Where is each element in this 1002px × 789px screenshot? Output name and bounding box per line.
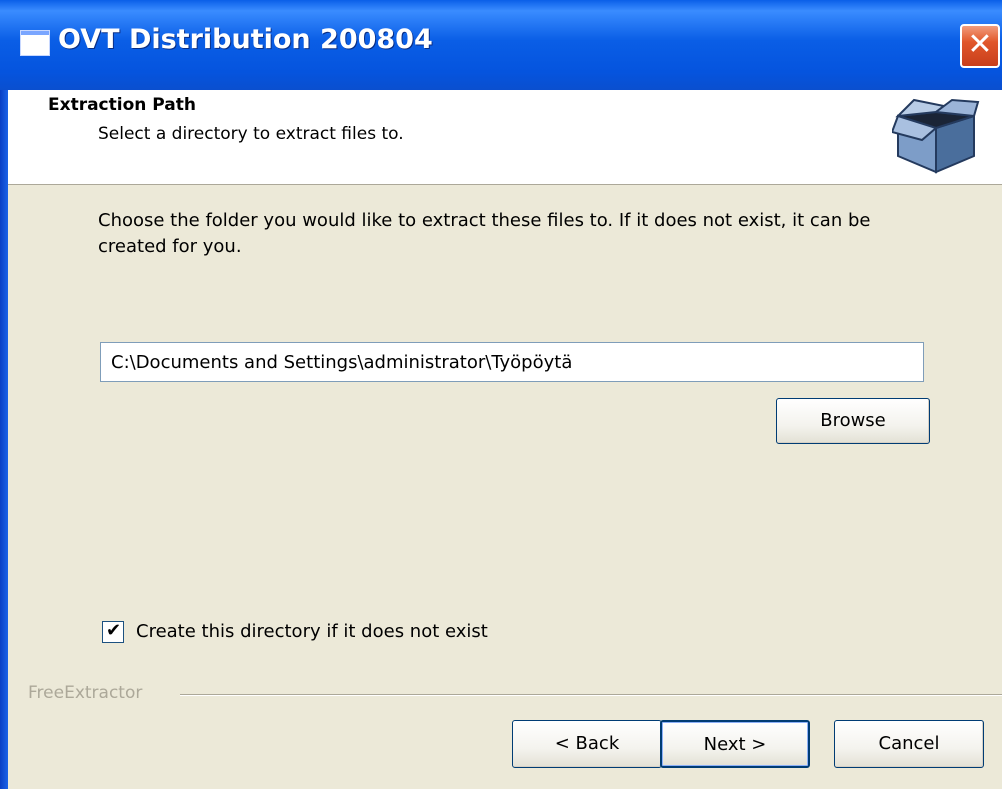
back-button[interactable]: < Back bbox=[512, 720, 662, 768]
check-mark-icon: ✔ bbox=[106, 620, 122, 641]
installer-window: OVT Distribution 200804 ✕ Extraction Pat… bbox=[0, 0, 1002, 789]
title-bar[interactable]: OVT Distribution 200804 ✕ bbox=[0, 0, 1002, 90]
window-frame bbox=[0, 90, 8, 789]
instructions-text: Choose the folder you would like to extr… bbox=[98, 210, 871, 257]
create-directory-checkbox[interactable]: ✔ bbox=[102, 620, 124, 643]
window-title: OVT Distribution 200804 bbox=[58, 24, 433, 55]
create-directory-label[interactable]: Create this directory if it does not exi… bbox=[136, 621, 488, 642]
next-button[interactable]: Next > bbox=[660, 720, 810, 768]
browse-button[interactable]: Browse bbox=[776, 398, 930, 444]
page-title: Extraction Path bbox=[48, 95, 196, 115]
open-box-icon bbox=[892, 98, 980, 174]
window-icon bbox=[20, 30, 50, 56]
page-subtitle: Select a directory to extract files to. bbox=[98, 124, 404, 144]
cancel-button[interactable]: Cancel bbox=[834, 720, 984, 768]
footer-divider bbox=[180, 694, 1002, 696]
brand-label: FreeExtractor bbox=[28, 683, 143, 703]
extraction-path-input[interactable] bbox=[100, 342, 924, 382]
close-button[interactable]: ✕ bbox=[960, 24, 1000, 68]
